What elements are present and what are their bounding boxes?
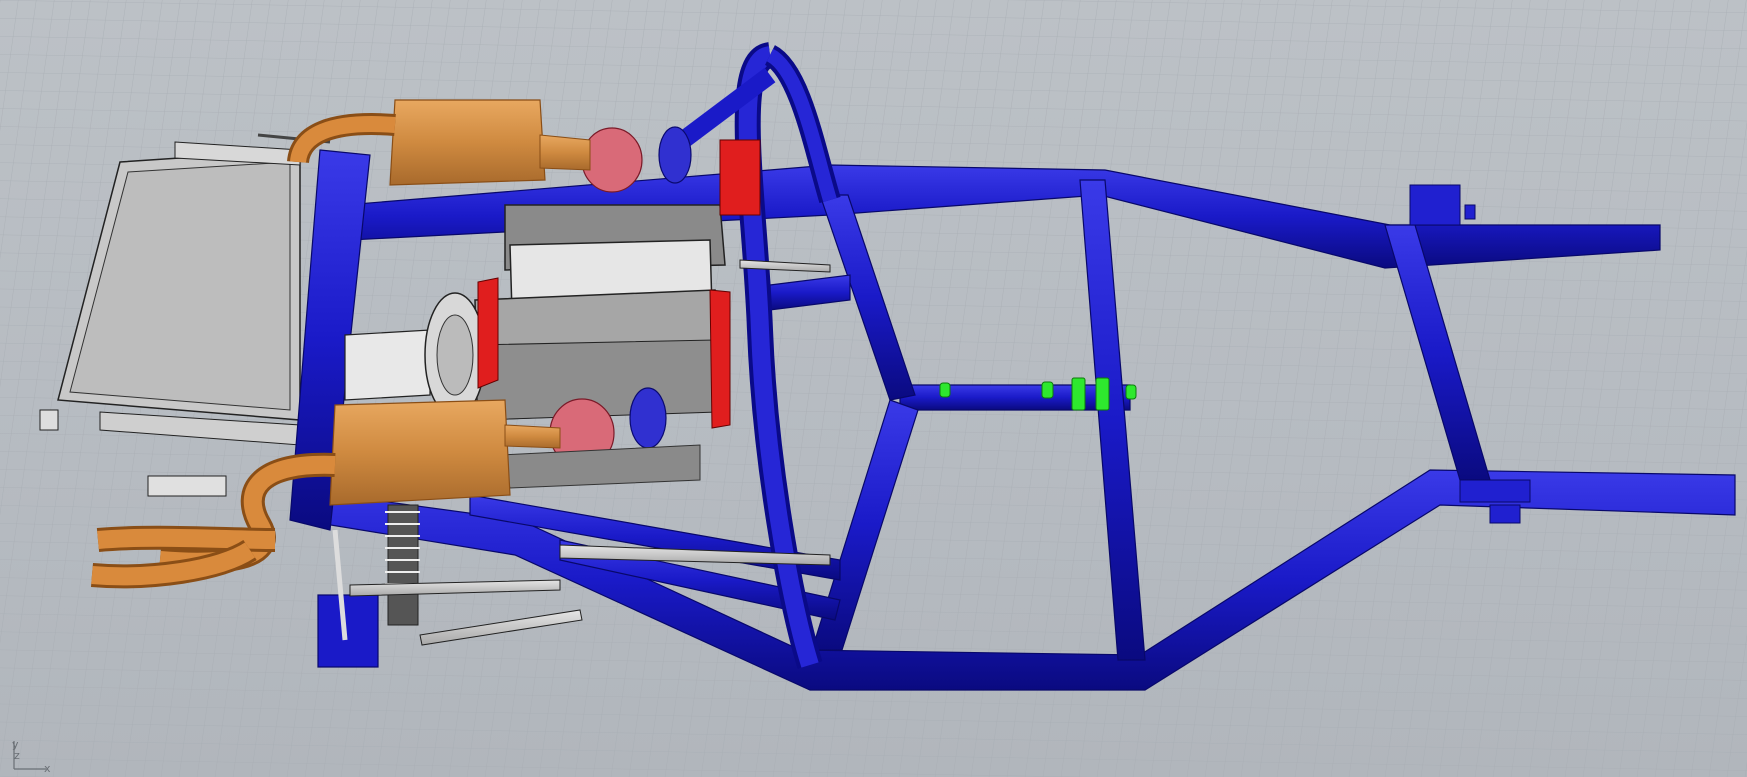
axis-z-label: z: [14, 749, 20, 762]
viewport-scene[interactable]: [0, 0, 1747, 777]
axis-x-label: x: [44, 762, 51, 775]
rhino-3d-viewport[interactable]: x y z: [0, 0, 1747, 777]
